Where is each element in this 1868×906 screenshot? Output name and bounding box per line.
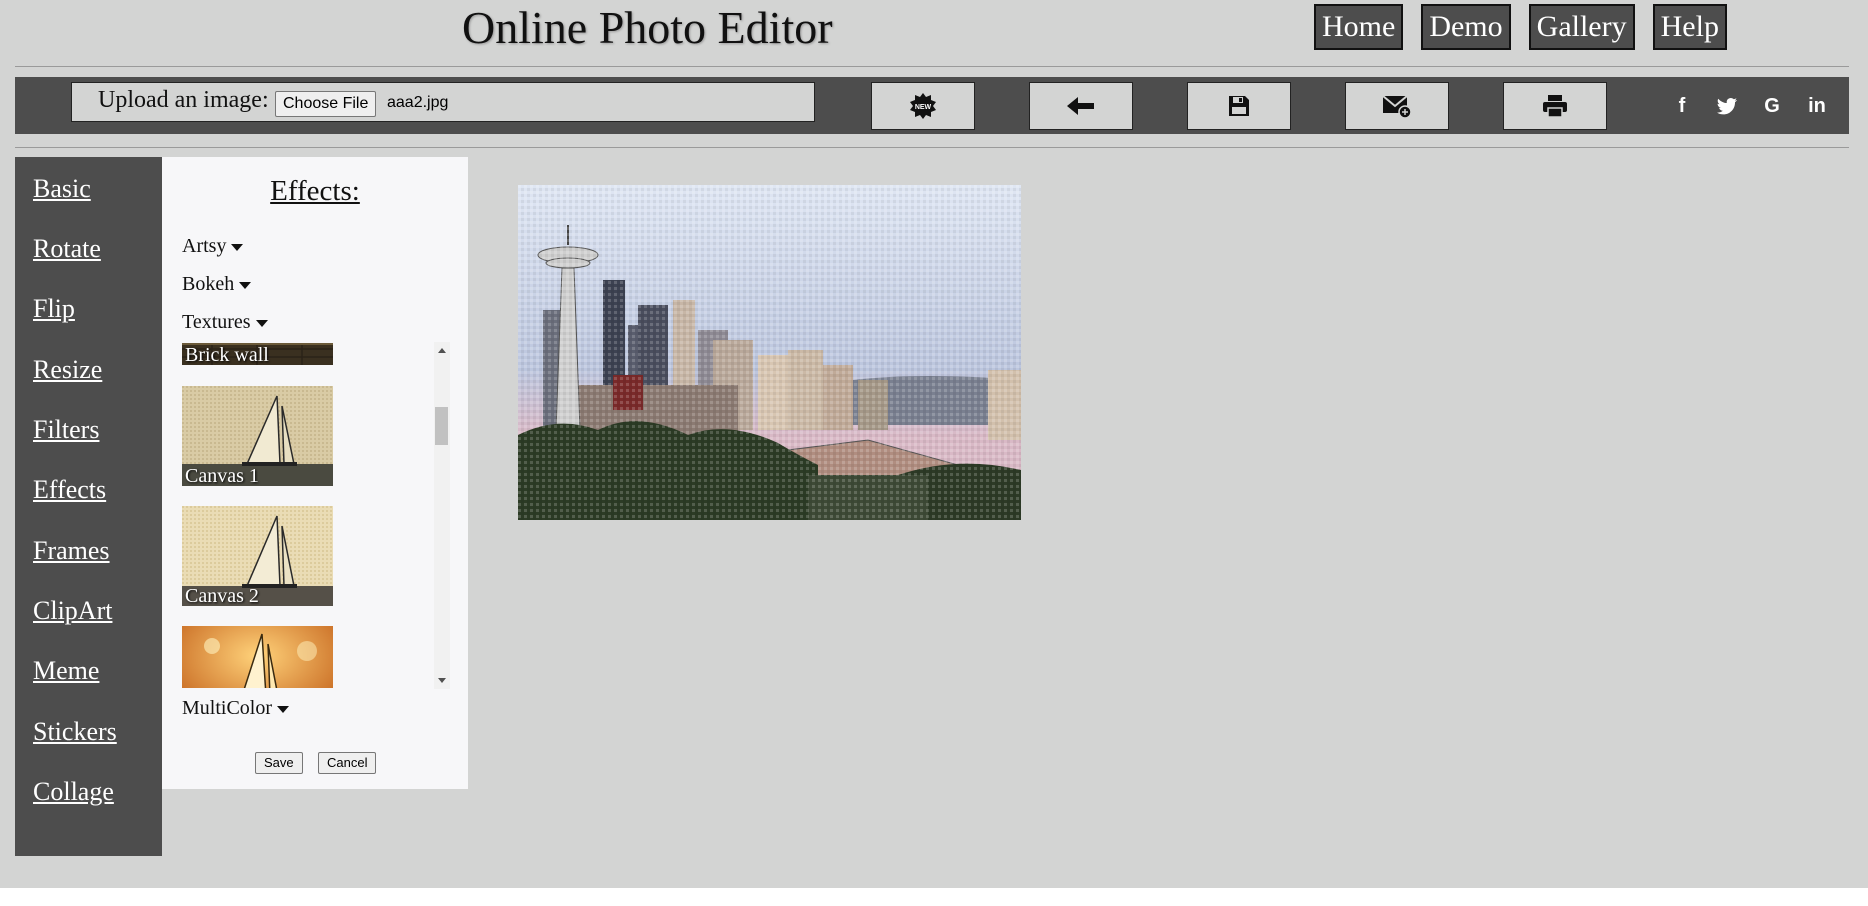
site-title: Online Photo Editor — [462, 2, 833, 53]
category-bokeh[interactable]: Bokeh — [182, 273, 252, 296]
save-file-button[interactable] — [1187, 82, 1291, 130]
twitter-icon[interactable] — [1712, 91, 1742, 121]
print-icon — [1543, 95, 1567, 118]
sidebar-item-basic[interactable]: Basic — [33, 174, 91, 204]
thumbnail-brick-wall[interactable]: Brick wall — [182, 343, 333, 365]
email-icon — [1382, 95, 1412, 119]
texture-thumbnail-list: Brick wall Canvas 1 Canvas 2 — [182, 343, 426, 688]
file-name: aaa2.jpg — [387, 94, 449, 111]
choose-file-button[interactable]: Choose File — [275, 91, 377, 117]
thumbnail-canvas-1[interactable]: Canvas 1 — [182, 386, 333, 486]
sidebar-item-meme[interactable]: Meme — [33, 656, 99, 686]
category-label: Textures — [182, 311, 251, 333]
print-button[interactable] — [1503, 82, 1607, 130]
caret-down-icon — [231, 243, 244, 251]
undo-button[interactable] — [1029, 82, 1133, 130]
sidebar-item-clipart[interactable]: ClipArt — [33, 596, 112, 626]
top-nav: Home Demo Gallery Help — [1314, 4, 1727, 50]
sidebar-item-effects[interactable]: Effects — [33, 475, 106, 505]
sidebar-item-stickers[interactable]: Stickers — [33, 717, 117, 747]
scrollbar-thumb[interactable] — [435, 407, 448, 445]
thumbnail-label: Canvas 2 — [185, 585, 259, 606]
undo-arrow-icon — [1067, 97, 1094, 115]
sidebar-item-rotate[interactable]: Rotate — [33, 234, 101, 264]
twitter-bird-icon — [1717, 97, 1737, 114]
facebook-icon[interactable]: f — [1667, 91, 1697, 121]
category-label: Bokeh — [182, 273, 235, 295]
sidebar: Basic Rotate Flip Resize Filters Effects… — [15, 157, 162, 856]
cancel-button[interactable]: Cancel — [318, 752, 377, 774]
save-button[interactable]: Save — [255, 752, 303, 774]
category-label: MultiColor — [182, 697, 273, 719]
sidebar-item-collage[interactable]: Collage — [33, 777, 114, 807]
sidebar-item-flip[interactable]: Flip — [33, 294, 75, 324]
save-disk-icon — [1229, 96, 1249, 116]
nav-gallery[interactable]: Gallery — [1528, 4, 1635, 50]
caret-down-icon — [255, 319, 268, 327]
nav-home[interactable]: Home — [1314, 4, 1404, 50]
edited-photo — [518, 185, 1021, 520]
category-multicolor[interactable]: MultiColor — [182, 697, 290, 720]
thumbnail-label: Canvas 1 — [185, 465, 259, 486]
new-button[interactable]: NEW — [871, 82, 975, 130]
upload-box: Upload an image: Choose File aaa2.jpg — [71, 82, 815, 122]
category-artsy[interactable]: Artsy — [182, 235, 244, 258]
thumbnail-scrollbar[interactable] — [434, 342, 450, 689]
category-label: Artsy — [182, 235, 227, 257]
caret-down-icon — [239, 281, 252, 289]
scroll-down-icon[interactable] — [438, 678, 446, 683]
thumbnail-label: Brick wall — [185, 344, 269, 365]
divider — [15, 147, 1849, 148]
toolbar: Upload an image: Choose File aaa2.jpg NE… — [15, 77, 1849, 134]
scroll-up-icon[interactable] — [438, 348, 446, 353]
google-icon[interactable]: G — [1757, 91, 1787, 121]
nav-demo[interactable]: Demo — [1421, 4, 1511, 50]
divider — [15, 66, 1849, 67]
nav-help[interactable]: Help — [1652, 4, 1727, 50]
thumbnail-texture-4[interactable] — [182, 626, 333, 688]
upload-label: Upload an image: — [98, 87, 269, 113]
panel-title: Effects: — [270, 175, 360, 207]
texture-4-image — [182, 626, 333, 688]
new-icon: NEW — [910, 93, 936, 119]
sidebar-item-resize[interactable]: Resize — [33, 355, 102, 385]
svg-text:NEW: NEW — [915, 104, 932, 111]
thumbnail-canvas-2[interactable]: Canvas 2 — [182, 506, 333, 606]
effects-panel: Effects: Artsy Bokeh Textures Brick wall… — [162, 157, 468, 789]
email-button[interactable] — [1345, 82, 1449, 130]
sidebar-item-frames[interactable]: Frames — [33, 536, 110, 566]
linkedin-icon[interactable]: in — [1802, 91, 1832, 121]
category-textures[interactable]: Textures — [182, 311, 268, 334]
sidebar-item-filters[interactable]: Filters — [33, 415, 99, 445]
caret-down-icon — [277, 705, 290, 713]
